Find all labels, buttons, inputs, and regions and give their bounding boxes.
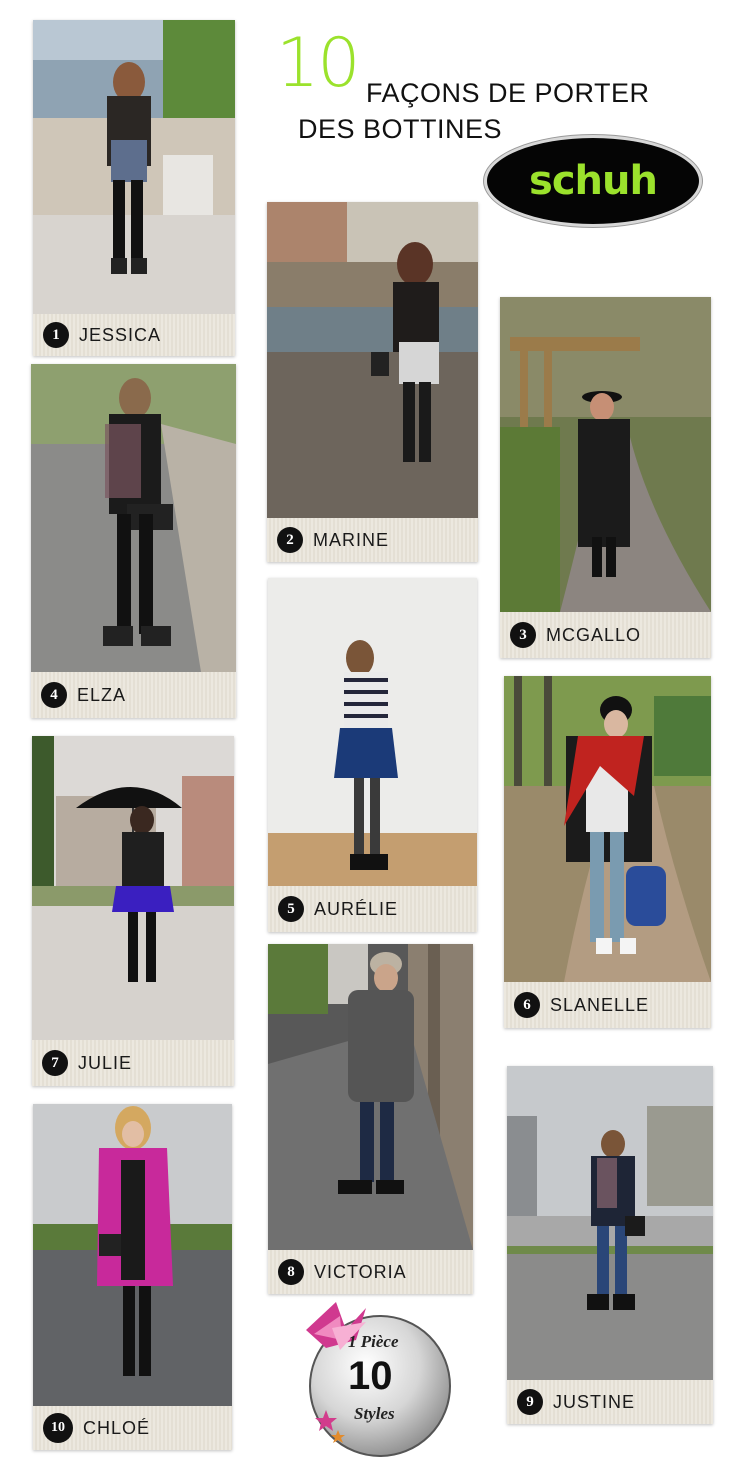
card-mcgallo: 3 MCGALLO: [500, 297, 711, 658]
card-julie: 7 JULIE: [32, 736, 234, 1086]
photo-elza: [31, 364, 236, 672]
badge-text-2: 10: [348, 1354, 393, 1398]
card-aurelie: 5 AURÉLIE: [268, 578, 477, 932]
card-name: JULIE: [78, 1052, 133, 1073]
photo-jessica: [33, 20, 235, 314]
title-line-2: DES BOTTINES: [298, 114, 503, 144]
card-number: 7: [42, 1050, 68, 1076]
card-name: MARINE: [313, 529, 390, 550]
card-slanelle: 6 SLANELLE: [504, 676, 711, 1028]
card-name: JESSICA: [79, 324, 162, 345]
card-jessica: 1 JESSICA: [33, 20, 235, 356]
card-label: 9 JUSTINE: [507, 1380, 713, 1424]
card-number: 2: [277, 527, 303, 553]
card-chloe: 10 CHLOÉ: [33, 1104, 232, 1450]
card-number: 1: [43, 322, 69, 348]
card-name: AURÉLIE: [314, 898, 399, 919]
card-justine: 9 JUSTINE: [507, 1066, 713, 1424]
card-name: JUSTINE: [553, 1391, 636, 1412]
card-name: ELZA: [77, 684, 127, 705]
card-label: 6 SLANELLE: [504, 982, 711, 1028]
card-number: 4: [41, 682, 67, 708]
badge-text-1: 1 Pièce: [348, 1332, 399, 1351]
card-name: CHLOÉ: [83, 1417, 151, 1438]
photo-slanelle: [504, 676, 711, 982]
card-name: VICTORIA: [314, 1261, 407, 1282]
card-name: MCGALLO: [546, 624, 642, 645]
photo-julie: [32, 736, 234, 1040]
photo-marine: [267, 202, 478, 518]
card-number: 10: [43, 1413, 73, 1443]
title-number: 10: [276, 24, 361, 103]
card-number: 9: [517, 1389, 543, 1415]
photo-justine: [507, 1066, 713, 1380]
schuh-logo-text: schuh: [529, 158, 658, 204]
card-elza: 4 ELZA: [31, 364, 236, 718]
card-label: 7 JULIE: [32, 1040, 234, 1086]
title-line-1: FAÇONS DE PORTER: [366, 78, 650, 108]
card-label: 4 ELZA: [31, 672, 236, 718]
card-number: 8: [278, 1259, 304, 1285]
one-piece-ten-styles-badge: 1 Pièce 10 Styles: [296, 1300, 454, 1458]
photo-aurelie: [268, 578, 477, 886]
card-number: 3: [510, 622, 536, 648]
photo-victoria: [268, 944, 473, 1250]
card-label: 8 VICTORIA: [268, 1250, 473, 1294]
card-marine: 2 MARINE: [267, 202, 478, 562]
card-label: 5 AURÉLIE: [268, 886, 477, 932]
card-number: 5: [278, 896, 304, 922]
card-label: 2 MARINE: [267, 518, 478, 562]
card-victoria: 8 VICTORIA: [268, 944, 473, 1294]
card-label: 1 JESSICA: [33, 314, 235, 356]
photo-chloe: [33, 1104, 232, 1406]
card-number: 6: [514, 992, 540, 1018]
photo-mcgallo: [500, 297, 711, 612]
card-name: SLANELLE: [550, 994, 650, 1015]
card-label: 3 MCGALLO: [500, 612, 711, 658]
badge-text-3: Styles: [354, 1404, 395, 1423]
card-label: 10 CHLOÉ: [33, 1406, 232, 1450]
schuh-logo: schuh: [484, 135, 702, 227]
